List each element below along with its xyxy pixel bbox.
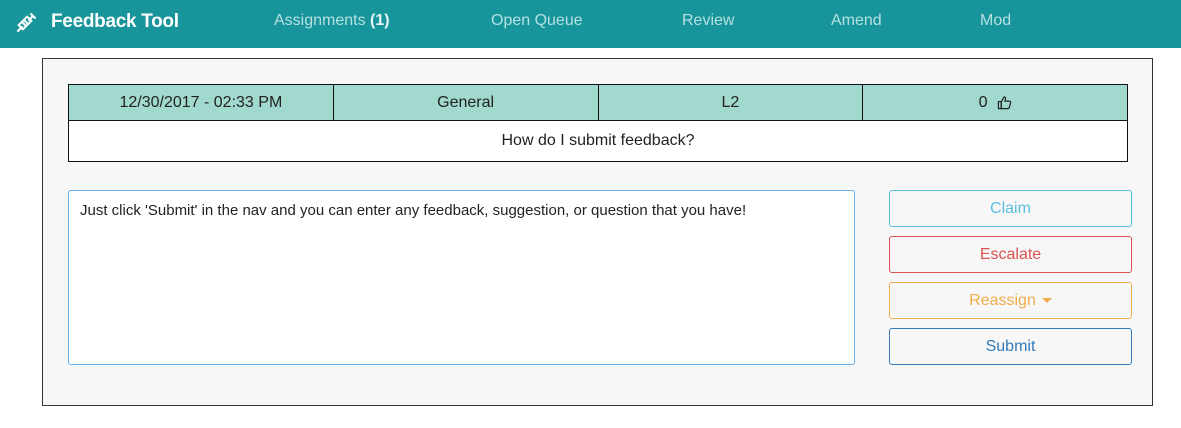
nav-assignments-label: Assignments (274, 12, 366, 29)
feedback-level: L2 (599, 85, 864, 120)
feedback-datetime: 12/30/2017 - 02:33 PM (69, 85, 334, 120)
nav-mod[interactable]: Mod (980, 11, 1011, 31)
syringe-icon (16, 11, 38, 33)
escalate-button[interactable]: Escalate (889, 236, 1132, 273)
submit-button[interactable]: Submit (889, 328, 1132, 365)
nav-open-queue[interactable]: Open Queue (491, 11, 583, 31)
feedback-category: General (334, 85, 599, 120)
reassign-button[interactable]: Reassign (889, 282, 1132, 319)
like-count: 0 (978, 93, 988, 111)
assignments-count-badge: (1) (370, 12, 390, 29)
feedback-question: How do I submit feedback? (501, 132, 695, 149)
thumbs-up-icon[interactable] (997, 95, 1012, 110)
brand-title: Feedback Tool (51, 11, 179, 32)
top-navbar: Feedback Tool Assignments (1) Open Queue… (0, 0, 1181, 48)
claim-button[interactable]: Claim (889, 190, 1132, 227)
feedback-info-table: 12/30/2017 - 02:33 PM General L2 0 How d… (68, 84, 1128, 162)
feedback-likes-cell: 0 (863, 85, 1127, 120)
reassign-label: Reassign (969, 291, 1036, 309)
feedback-panel: 12/30/2017 - 02:33 PM General L2 0 How d… (42, 58, 1153, 406)
answer-textarea[interactable]: Just click 'Submit' in the nav and you c… (68, 190, 855, 365)
nav-review[interactable]: Review (682, 11, 734, 31)
nav-amend[interactable]: Amend (831, 11, 882, 31)
nav-assignments[interactable]: Assignments (1) (274, 11, 390, 31)
like-control[interactable]: 0 (979, 94, 1012, 112)
feedback-info-header-row: 12/30/2017 - 02:33 PM General L2 0 (69, 85, 1127, 121)
caret-down-icon (1041, 298, 1052, 303)
brand-link[interactable]: Feedback Tool (16, 0, 179, 44)
